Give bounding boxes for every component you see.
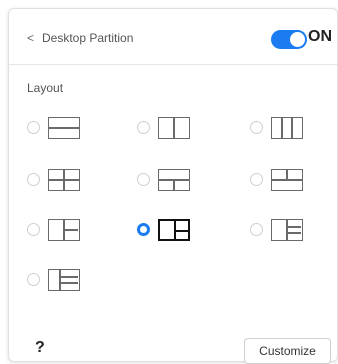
top-1-bottom-2-icon	[158, 169, 190, 191]
top-2-bottom-1-icon	[271, 169, 303, 191]
on-off-toggle[interactable]	[271, 30, 307, 49]
layout-option-vertical-2-split[interactable]	[137, 117, 227, 139]
left-3-right-1-icon	[48, 269, 80, 291]
desktop-partition-panel: < Desktop Partition ON Layout ? Customiz…	[8, 8, 338, 364]
vertical-3-split-icon	[271, 117, 303, 139]
grid-2x2-icon	[48, 169, 80, 191]
layout-section-label: Layout	[27, 81, 64, 95]
layout-radio[interactable]	[27, 173, 40, 186]
layout-radio[interactable]	[137, 121, 150, 134]
panel-header: < Desktop Partition ON	[9, 9, 337, 64]
horizontal-2-split-icon	[48, 117, 80, 139]
layout-option-left-3-right-1[interactable]	[27, 269, 117, 291]
layout-option-left-1-right-3[interactable]	[250, 219, 338, 241]
layout-option-top-1-bottom-2[interactable]	[137, 169, 227, 191]
layout-radio[interactable]	[250, 173, 263, 186]
layout-option-horizontal-2-split[interactable]	[27, 117, 117, 139]
left-1-right-3-icon	[271, 219, 303, 241]
header-divider	[9, 64, 337, 65]
toggle-knob	[290, 32, 305, 47]
layout-radio[interactable]	[250, 121, 263, 134]
vertical-2-split-icon	[158, 117, 190, 139]
customize-button[interactable]: Customize	[244, 338, 331, 364]
layout-radio[interactable]	[137, 173, 150, 186]
back-chevron-icon[interactable]: <	[27, 31, 34, 45]
layout-radio[interactable]	[250, 223, 263, 236]
layout-radio[interactable]	[27, 223, 40, 236]
left-2-right-1-icon	[158, 219, 190, 241]
toggle-state-label: ON	[308, 28, 332, 45]
layout-option-top-2-bottom-1[interactable]	[250, 169, 338, 191]
panel-title: Desktop Partition	[42, 31, 134, 45]
layout-option-left-2-right-1[interactable]	[137, 219, 227, 241]
layout-radio[interactable]	[27, 273, 40, 286]
help-icon[interactable]: ?	[35, 339, 45, 357]
layout-radio[interactable]	[27, 121, 40, 134]
layout-option-vertical-3-split[interactable]	[250, 117, 338, 139]
left-1-right-2-icon	[48, 219, 80, 241]
layout-option-grid-2x2[interactable]	[27, 169, 117, 191]
layout-radio-selected[interactable]	[137, 223, 150, 236]
layout-option-left-1-right-2[interactable]	[27, 219, 117, 241]
